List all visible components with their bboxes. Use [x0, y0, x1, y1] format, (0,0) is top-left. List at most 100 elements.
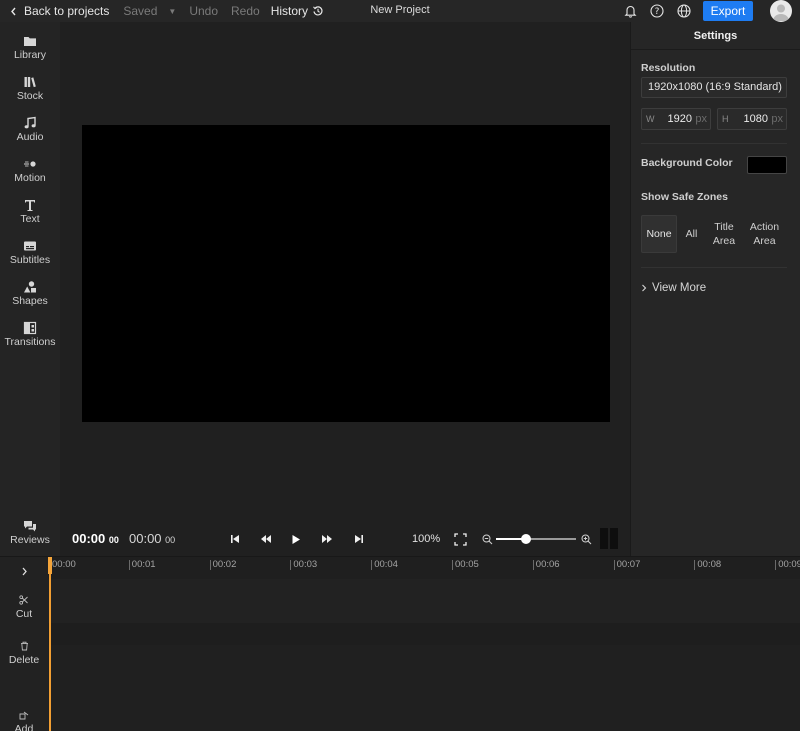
timeline-tick-label: 00:05	[452, 560, 479, 570]
sidebar-item-label: Shapes	[12, 295, 48, 307]
add-label: Add	[14, 723, 34, 731]
safe-zone-title-area[interactable]: Title Area	[706, 215, 742, 253]
view-more-label: View More	[652, 282, 707, 294]
cut-label: Cut	[15, 608, 33, 620]
playhead-handle[interactable]	[48, 557, 52, 574]
background-color-label: Background Color	[641, 157, 733, 169]
zoom-slider-handle[interactable]	[521, 534, 532, 544]
sidebar-item-label: Transitions	[4, 336, 56, 348]
skip-to-start-button[interactable]	[228, 532, 242, 546]
zoom-in-button[interactable]	[579, 532, 593, 546]
height-unit: px	[771, 113, 783, 125]
expand-timeline-button[interactable]	[0, 567, 48, 576]
fullscreen-button[interactable]	[453, 532, 467, 546]
preview-stage: 00:00 00 00:00 00 100%	[60, 22, 630, 556]
timeline-tick-label: 00:08	[694, 560, 721, 570]
sidebar-item-motion[interactable]: Motion	[0, 157, 60, 184]
height-field[interactable]: H 1080 px	[717, 108, 787, 130]
timeline-tick-label: 00:04	[371, 560, 398, 570]
back-to-projects-link[interactable]: Back to projects	[10, 4, 109, 18]
timeline-tick-label: 00:01	[128, 560, 156, 570]
sidebar-item-reviews[interactable]: Reviews	[0, 519, 60, 546]
saved-dropdown-icon[interactable]: ▼	[168, 7, 176, 16]
zoom-level[interactable]: 100%	[412, 533, 440, 545]
background-color-swatch[interactable]	[747, 156, 787, 174]
timeline-tick-label: 00:03	[290, 560, 317, 570]
divider	[641, 267, 787, 268]
zoom-slider[interactable]	[496, 534, 576, 544]
history-button[interactable]: History	[271, 4, 324, 18]
width-unit: px	[695, 113, 707, 125]
settings-title: Settings	[631, 22, 800, 50]
bell-icon[interactable]	[622, 3, 638, 19]
text-icon	[25, 200, 35, 211]
motion-icon	[24, 161, 36, 167]
sidebar-item-label: Motion	[14, 172, 46, 184]
avatar[interactable]	[770, 0, 792, 22]
view-more-button[interactable]: View More	[641, 282, 706, 294]
trash-icon	[20, 641, 28, 651]
timeline-track-1[interactable]	[48, 579, 800, 623]
safe-zones-options: None All Title Area Action Area	[641, 215, 787, 253]
timeline-ruler[interactable]: 00:00 00:01 00:02 00:03 00:04 00:05 00:06 00:07…	[48, 557, 800, 579]
sidebar-item-stock[interactable]: Stock	[0, 75, 60, 102]
add-button[interactable]: Add	[0, 711, 48, 731]
width-key: W	[646, 114, 655, 124]
resolution-select[interactable]: 1920x1080 (16:9 Standard)	[641, 77, 787, 98]
top-bar: Back to projects Saved ▼ Undo Redo Histo…	[0, 0, 800, 22]
sidebar-item-shapes[interactable]: Shapes	[0, 280, 60, 307]
sidebar-item-label: Subtitles	[9, 254, 51, 266]
playhead[interactable]	[49, 557, 51, 731]
add-media-icon	[19, 711, 29, 720]
timeline-track-2[interactable]	[48, 645, 800, 731]
help-icon[interactable]: ?	[649, 3, 665, 19]
safe-zone-title-area-label: Title Area	[712, 221, 736, 247]
chevron-left-icon	[11, 7, 16, 15]
sidebar-item-text[interactable]: Text	[0, 198, 60, 225]
total-time-value: 00:00	[129, 531, 162, 546]
delete-button[interactable]: Delete	[0, 641, 48, 666]
timeline-tick-label: 00:06	[532, 560, 560, 570]
scissors-icon	[19, 595, 28, 605]
export-button[interactable]: Export	[703, 1, 753, 21]
skip-to-end-button[interactable]	[352, 532, 366, 546]
resolution-label: Resolution	[641, 62, 696, 74]
sidebar-item-transitions[interactable]: Transitions	[0, 321, 60, 348]
settings-panel: Settings Resolution 1920x1080 (16:9 Stan…	[630, 22, 800, 556]
history-icon	[313, 6, 323, 16]
safe-zone-all[interactable]: All	[677, 215, 706, 253]
width-value: 1920	[667, 113, 692, 125]
rewind-button[interactable]	[259, 532, 273, 546]
timeline-tick-label: 00:09	[775, 560, 800, 570]
globe-icon[interactable]	[676, 3, 692, 19]
width-field[interactable]: W 1920 px	[641, 108, 711, 130]
history-label: History	[270, 4, 309, 18]
chevron-right-icon	[22, 567, 27, 576]
timeline-tick-label: 00:07	[613, 560, 640, 570]
fast-forward-button[interactable]	[320, 532, 334, 546]
current-time: 00:00 00	[72, 531, 119, 546]
sidebar-item-subtitles[interactable]: Subtitles	[0, 239, 60, 266]
left-sidebar: Library Stock Audio Motion Text Subtitle…	[0, 22, 60, 556]
play-button[interactable]	[289, 532, 303, 546]
saved-status: Saved	[123, 4, 158, 18]
folder-icon	[24, 37, 36, 46]
sidebar-item-library[interactable]: Library	[0, 34, 60, 61]
undo-button[interactable]: Undo	[189, 4, 218, 18]
player-controls: 00:00 00 00:00 00 100%	[60, 522, 630, 556]
safe-zone-action-area[interactable]: Action Area	[742, 215, 787, 253]
timeline-tick-label: 00:00	[52, 559, 76, 570]
video-canvas[interactable]	[82, 125, 610, 422]
svg-text:?: ?	[655, 7, 660, 17]
sidebar-item-audio[interactable]: Audio	[0, 116, 60, 143]
height-value: 1080	[743, 113, 768, 125]
delete-label: Delete	[8, 654, 40, 666]
shapes-icon	[24, 281, 36, 293]
panel-layout-toggle[interactable]	[600, 528, 618, 549]
zoom-out-button[interactable]	[480, 532, 494, 546]
cut-button[interactable]: Cut	[0, 595, 48, 620]
safe-zone-none[interactable]: None	[641, 215, 677, 253]
safe-zone-action-area-label: Action Area	[749, 221, 780, 247]
redo-button[interactable]: Redo	[231, 4, 260, 18]
music-note-icon	[24, 116, 36, 129]
